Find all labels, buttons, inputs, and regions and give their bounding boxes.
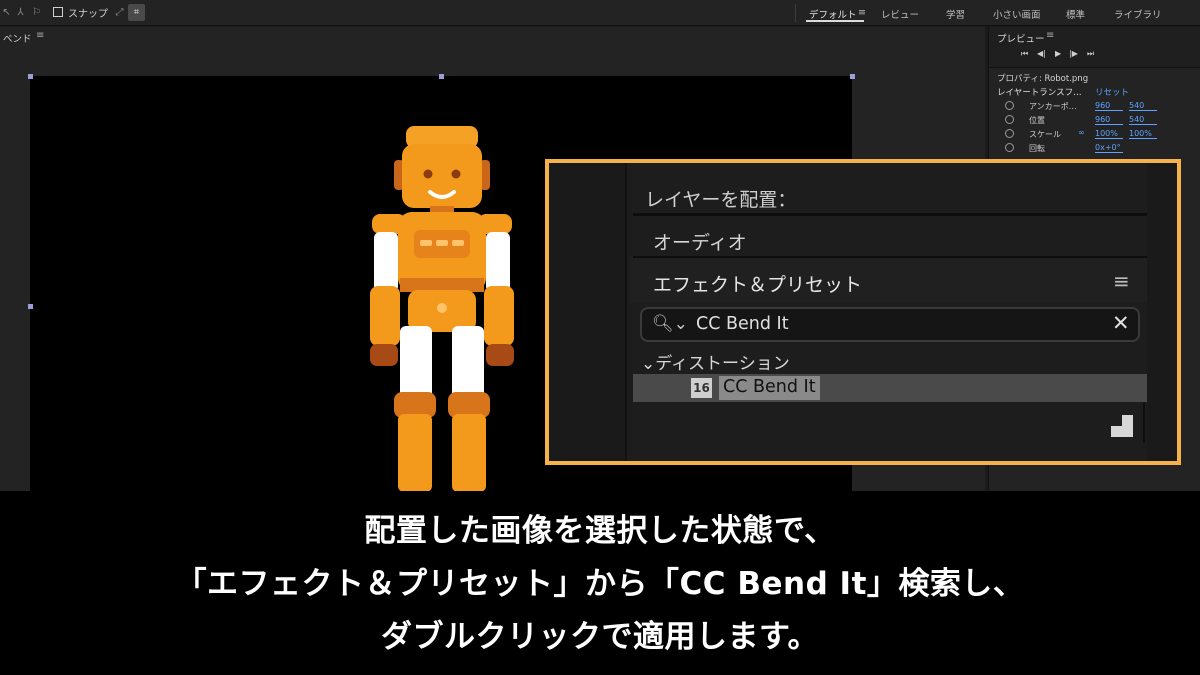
last-frame-button[interactable]: ⏭ bbox=[1087, 49, 1094, 59]
property-row-anchor: アンカーポ… 960 540 bbox=[989, 100, 1200, 114]
property-value-y[interactable]: 540 bbox=[1129, 115, 1157, 125]
bbox-handle-ml[interactable] bbox=[28, 304, 33, 309]
active-workspace-underline bbox=[806, 20, 864, 22]
property-name: 位置 bbox=[1029, 116, 1045, 125]
snap-label: スナップ bbox=[68, 9, 108, 20]
chevron-down-icon[interactable]: ⌄ bbox=[641, 354, 655, 374]
workspace-tab-library[interactable]: ライブラリ bbox=[1114, 7, 1162, 21]
next-frame-button[interactable]: |▶ bbox=[1069, 49, 1078, 58]
caption-line-1: 配置した画像を選択した状態で、 bbox=[364, 513, 836, 549]
property-name: 回転 bbox=[1029, 144, 1045, 153]
effect-name[interactable]: CC Bend It bbox=[719, 376, 820, 400]
workspace-tab-review[interactable]: レビュー bbox=[881, 7, 919, 21]
caption-line-3: ダブルクリックで適用します。 bbox=[381, 619, 819, 655]
pen-tool-icon[interactable]: ↖ bbox=[0, 6, 13, 19]
bbox-handle-tr[interactable] bbox=[850, 74, 855, 79]
place-layer-title: レイヤーを配置： bbox=[645, 189, 797, 211]
property-row-position: 位置 960 540 bbox=[989, 114, 1200, 128]
pin-tool-icon[interactable]: ⚐ bbox=[30, 6, 43, 19]
new-folder-icon-notch bbox=[1111, 415, 1122, 426]
constrain-proportions-icon[interactable]: ∞ bbox=[1078, 128, 1085, 137]
first-frame-button[interactable]: ⏮ bbox=[1021, 49, 1028, 59]
property-row-rotation: 回転 0x+0° bbox=[989, 142, 1200, 156]
effects-search-field[interactable]: 🔍︎⌄ CC Bend It ✕ bbox=[640, 307, 1140, 342]
property-value-rotation[interactable]: 0x+0° bbox=[1095, 143, 1123, 153]
preview-panel-title[interactable]: プレビュー bbox=[997, 31, 1045, 45]
category-label: ディストーション bbox=[655, 354, 790, 374]
property-value-y[interactable]: 540 bbox=[1129, 101, 1157, 111]
snap-options-icon[interactable]: ⤢ bbox=[113, 6, 126, 19]
effects-presets-title[interactable]: エフェクト＆プリセット bbox=[653, 270, 862, 297]
callout-left-gutter bbox=[549, 163, 627, 461]
composition-panel-header: ベンド ≡ bbox=[0, 27, 985, 71]
separator bbox=[633, 213, 1147, 216]
top-toolbar: ↖ ⅄ ⚐ スナップ ⤢ ⌗ デフォルト ≡ レビュー 学習 小さい画面 標準 … bbox=[0, 0, 1200, 26]
caption-line-2: 「エフェクト＆プリセット」から「CC Bend It」検索し、 bbox=[175, 566, 1025, 602]
property-name: スケール bbox=[1029, 130, 1061, 139]
stopwatch-icon[interactable] bbox=[1005, 115, 1014, 124]
effects-panel-callout: レイヤーを配置： オーディオ エフェクト＆プリセット ≡ 🔍︎⌄ CC Bend… bbox=[545, 159, 1181, 465]
audio-panel-tab[interactable]: オーディオ bbox=[653, 228, 747, 255]
effects-menu-icon[interactable]: ≡ bbox=[1113, 269, 1130, 293]
properties-panel-title[interactable]: プロパティ: Robot.png bbox=[997, 72, 1088, 84]
workspace-tab-learn[interactable]: 学習 bbox=[946, 7, 965, 21]
workspace-separator bbox=[795, 4, 796, 22]
clear-search-icon[interactable]: ✕ bbox=[1112, 311, 1130, 335]
category-distortion[interactable]: ⌄ディストーション bbox=[641, 349, 790, 374]
robot-image[interactable] bbox=[360, 122, 525, 492]
stopwatch-icon[interactable] bbox=[1005, 143, 1014, 152]
workspace-tab-standard[interactable]: 標準 bbox=[1066, 7, 1085, 21]
bbox-handle-tl[interactable] bbox=[28, 74, 33, 79]
preview-menu-icon[interactable]: ≡ bbox=[1046, 30, 1054, 41]
stopwatch-icon[interactable] bbox=[1005, 129, 1014, 138]
separator bbox=[1143, 403, 1145, 443]
snap-checkbox[interactable] bbox=[53, 7, 63, 17]
callout-right-gutter bbox=[1147, 163, 1177, 461]
stopwatch-icon[interactable] bbox=[1005, 101, 1014, 110]
effect-16bit-icon: 16 bbox=[691, 378, 712, 398]
snap-to-grid-icon[interactable]: ⌗ bbox=[128, 4, 145, 21]
magnifier-dropdown-icon[interactable]: 🔍︎⌄ bbox=[652, 314, 688, 334]
effects-search-value[interactable]: CC Bend It bbox=[696, 314, 789, 334]
workspace-menu-icon[interactable]: ≡ bbox=[858, 7, 866, 18]
property-row-scale: スケール ∞ 100% 100% bbox=[989, 128, 1200, 142]
workspace-tab-small-screen[interactable]: 小さい画面 bbox=[993, 7, 1041, 21]
property-value-x[interactable]: 100% bbox=[1095, 129, 1123, 139]
property-value-x[interactable]: 960 bbox=[1095, 101, 1123, 111]
layer-transform-section[interactable]: レイヤートランスフ… bbox=[997, 86, 1082, 98]
puppet-tool-icon[interactable]: ⅄ bbox=[14, 6, 27, 19]
previous-frame-button[interactable]: ◀| bbox=[1037, 49, 1046, 58]
composition-title[interactable]: ベンド bbox=[3, 31, 32, 45]
composition-menu-icon[interactable]: ≡ bbox=[36, 30, 44, 41]
play-button[interactable]: ▶ bbox=[1055, 49, 1061, 58]
tutorial-caption: 配置した画像を選択した状態で、 「エフェクト＆プリセット」から「CC Bend … bbox=[0, 491, 1200, 675]
property-value-x[interactable]: 960 bbox=[1095, 115, 1123, 125]
effect-item-cc-bend-it[interactable]: 16 CC Bend It bbox=[633, 374, 1147, 402]
bbox-handle-tc[interactable] bbox=[439, 74, 444, 79]
property-name: アンカーポ… bbox=[1029, 102, 1077, 111]
property-value-y[interactable]: 100% bbox=[1129, 129, 1157, 139]
reset-link[interactable]: リセット bbox=[1095, 86, 1129, 98]
workspace-tab-default[interactable]: デフォルト bbox=[809, 7, 857, 21]
